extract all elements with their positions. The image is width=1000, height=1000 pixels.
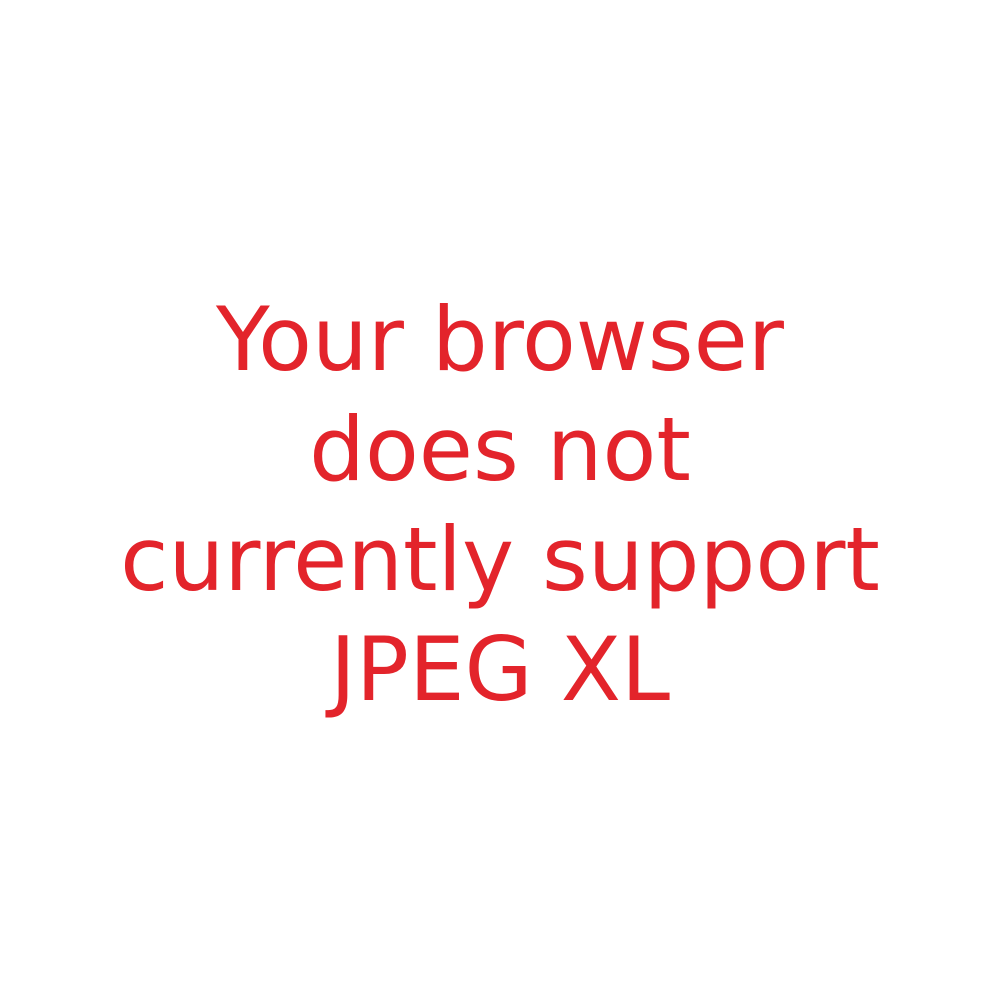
message-line-2: does not (309, 398, 691, 501)
unsupported-format-message: Your browser does not currently support … (0, 285, 1000, 725)
message-line-1: Your browser (216, 288, 784, 391)
message-line-4: JPEG XL (329, 618, 671, 721)
placeholder-canvas: Your browser does not currently support … (0, 0, 1000, 1000)
message-line-3: currently support (120, 508, 880, 611)
